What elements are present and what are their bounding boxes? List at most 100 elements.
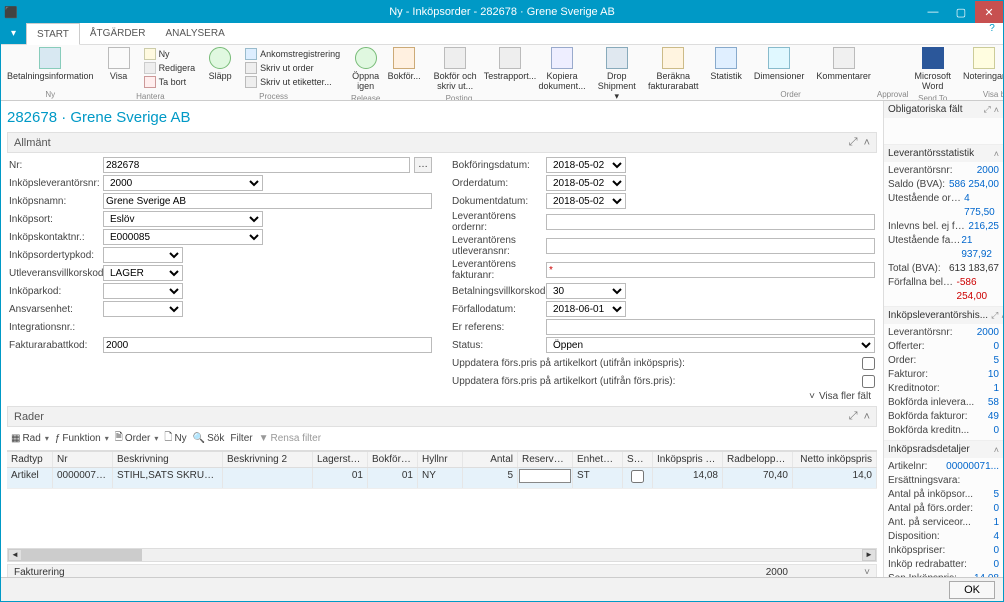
table-row[interactable]: Artikel 00000071044 STIHL,SATS SKRUVAR 0…	[7, 468, 877, 489]
gt-order[interactable]: 🗎 Order	[115, 430, 159, 447]
comments-button[interactable]: Kommentarer	[810, 45, 877, 83]
help-icon[interactable]: ?	[981, 23, 1003, 44]
print-order-button[interactable]: Skriv ut order	[243, 61, 342, 75]
test-report-button[interactable]: Testrapport...	[487, 45, 533, 83]
gt-sok[interactable]: 🔍 Sök	[193, 433, 225, 444]
spe-check[interactable]	[631, 470, 644, 483]
col-antal[interactable]: Antal	[463, 452, 518, 467]
utlevvillkor-select[interactable]: LAGER	[103, 265, 183, 281]
gt-rensa[interactable]: ▼ Rensa filter	[259, 433, 321, 444]
tab-start[interactable]: START	[26, 23, 80, 45]
inkopsort-select[interactable]: Eslöv	[103, 211, 263, 227]
gt-filter[interactable]: Filter	[230, 433, 252, 444]
tab-actions[interactable]: ÅTGÄRDER	[80, 23, 156, 44]
calc-discount-button[interactable]: Beräkna fakturarabatt	[642, 45, 704, 93]
statistics-button[interactable]: Statistik	[704, 45, 748, 83]
upd1-check[interactable]	[862, 357, 875, 370]
minimize-button[interactable]: —	[919, 1, 947, 23]
dimensions-button[interactable]: Dimensioner	[748, 45, 811, 83]
file-menu[interactable]: ▾	[1, 23, 26, 44]
group-process: Process	[201, 91, 346, 101]
edit-button[interactable]: Redigera	[142, 61, 198, 75]
reopen-button[interactable]: Öppna igen	[346, 45, 385, 93]
levfakt-input[interactable]	[546, 262, 875, 278]
status-select[interactable]: Öppen	[546, 337, 875, 353]
col-lager[interactable]: Lagerställek...	[313, 452, 368, 467]
inkopsnamn-input[interactable]	[103, 193, 432, 209]
payment-info-button[interactable]: Betalningsinformation	[1, 45, 100, 83]
betvillkor-select[interactable]: 30	[546, 283, 626, 299]
fakturarabatt-input[interactable]	[103, 337, 432, 353]
col-radtyp[interactable]: Radtyp	[7, 452, 53, 467]
tab-analyze[interactable]: ANALYSERA	[155, 23, 234, 44]
group-sendto: Send To	[908, 93, 957, 101]
col-radbelopp[interactable]: Radbelopp Exkl. moms	[723, 452, 793, 467]
scroll-thumb[interactable]	[22, 549, 142, 561]
maximize-button[interactable]: ▢	[947, 1, 975, 23]
rp-levstat-title: Leverantörsstatistik	[888, 148, 991, 159]
bokfdatum-select[interactable]: 2018-05-02	[546, 157, 626, 173]
col-inkopspris[interactable]: Inköpspris Exkl. moms	[653, 452, 723, 467]
col-hyllnr[interactable]: Hyllnr	[418, 452, 463, 467]
drop-shipment-button[interactable]: Drop Shipment ▾	[591, 45, 642, 101]
card-fakturering[interactable]: Fakturering2000˅	[7, 564, 877, 577]
levordernr-input[interactable]	[546, 214, 875, 230]
col-enhet[interactable]: Enhetskod	[573, 452, 623, 467]
orderdatum-select[interactable]: 2018-05-02	[546, 175, 626, 191]
col-beskrivning2[interactable]: Beskrivning 2	[223, 452, 313, 467]
col-reserverat[interactable]: Reserverat antal	[518, 452, 573, 467]
levnr-select[interactable]: 2000	[103, 175, 263, 191]
page-title: 282678 · Grene Sverige AB	[7, 105, 877, 130]
window-title: Ny - Inköpsorder - 282678 · Grene Sverig…	[389, 6, 615, 18]
col-nr[interactable]: Nr	[53, 452, 113, 467]
group-hantera: Hantera	[100, 91, 202, 101]
collapse-icon[interactable]: ˄	[864, 137, 870, 149]
upd2-check[interactable]	[862, 375, 875, 388]
view-button[interactable]: Visa	[100, 45, 138, 83]
msword-button[interactable]: Microsoft Word	[908, 45, 957, 93]
group-visabifogat: Visa bifogat	[957, 89, 1003, 100]
section-rader[interactable]: Rader ⤢ ˄	[7, 406, 877, 427]
ordertyp-select[interactable]	[103, 247, 183, 263]
grid-scrollbar[interactable]: ◄ ►	[7, 548, 877, 562]
new-button[interactable]: Ny	[142, 47, 198, 61]
section-allmant[interactable]: Allmänt ⤢ ˄	[7, 132, 877, 153]
forfallo-select[interactable]: 2018-06-01	[546, 301, 626, 317]
col-netto[interactable]: Netto inköpspris	[793, 452, 877, 467]
parkod-select[interactable]	[103, 283, 183, 299]
kontaktnr-select[interactable]: E000085	[103, 229, 263, 245]
ok-button[interactable]: OK	[949, 581, 995, 599]
group-ny: Ny	[1, 89, 100, 100]
arrival-reg-button[interactable]: Ankomstregistrering	[243, 47, 342, 61]
release-button[interactable]: Släpp	[201, 45, 239, 83]
scroll-right[interactable]: ►	[862, 549, 876, 561]
nr-lookup[interactable]: …	[414, 157, 432, 173]
col-bokf[interactable]: Bokföring...	[368, 452, 418, 467]
notes-button[interactable]: Noteringar	[957, 45, 1003, 83]
collapse-icon[interactable]: ˄	[864, 411, 870, 423]
nr-input[interactable]	[103, 157, 410, 173]
ansvar-select[interactable]	[103, 301, 183, 317]
post-button[interactable]: Bokför...	[385, 45, 423, 83]
show-more-fields[interactable]: ˅Visa fler fält	[7, 389, 877, 404]
rp-raddet-title: Inköpsradsdetaljer	[888, 444, 991, 455]
gt-funktion[interactable]: ƒ Funktion	[55, 433, 109, 444]
expand-icon[interactable]: ⤢	[849, 410, 858, 423]
dokdatum-select[interactable]: 2018-05-02	[546, 193, 626, 209]
close-button[interactable]: ✕	[975, 1, 1003, 23]
levutlev-input[interactable]	[546, 238, 875, 254]
scroll-left[interactable]: ◄	[8, 549, 22, 561]
erref-input[interactable]	[546, 319, 875, 335]
rp-levnr[interactable]: 2000	[977, 164, 999, 178]
reserverat-input[interactable]	[519, 469, 571, 483]
col-beskrivning[interactable]: Beskrivning	[113, 452, 223, 467]
expand-icon[interactable]: ⤢	[849, 136, 858, 149]
post-print-button[interactable]: Bokför och skriv ut...	[423, 45, 487, 93]
col-spe[interactable]: Spe...	[623, 452, 653, 467]
gt-rad[interactable]: ▦ Rad	[11, 433, 49, 444]
gt-ny[interactable]: 🗋 Ny	[164, 430, 186, 447]
copy-doc-button[interactable]: Kopiera dokument...	[533, 45, 592, 93]
print-labels-button[interactable]: Skriv ut etiketter...	[243, 75, 342, 89]
rp-settings-icon[interactable]: ⤢	[984, 104, 991, 115]
delete-button[interactable]: Ta bort	[142, 75, 198, 89]
